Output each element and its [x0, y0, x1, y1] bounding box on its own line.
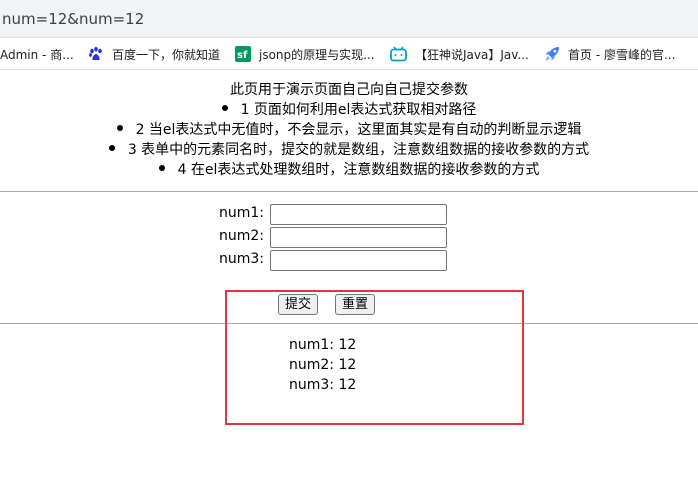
bookmark-label: jsonp的原理与实现...	[259, 47, 375, 62]
list-item-text: 4 在el表达式处理数组时，注意数组数据的接收参数的方式	[177, 162, 540, 178]
list-item: 3 表单中的元素同名时，提交的就是数组，注意数组数据的接收参数的方式	[0, 140, 698, 160]
list-item-text: 1 页面如何利用el表达式获取相对路径	[240, 102, 477, 118]
list-item: 1 页面如何利用el表达式获取相对路径	[0, 100, 698, 120]
bookmarks-bar: Admin - 商... 百度一下，你就知道 sf jsonp的原理与实现...	[0, 38, 698, 70]
bookmark-label: 百度一下，你就知道	[112, 47, 221, 62]
bookmark-segmentfault[interactable]: sf jsonp的原理与实现...	[235, 44, 375, 64]
list-item: 4 在el表达式处理数组时，注意数组数据的接收参数的方式	[0, 160, 698, 180]
svg-text:sf: sf	[237, 50, 248, 61]
bookmark-liaoxuefeng[interactable]: 首页 - 廖雪峰的官...	[544, 44, 675, 64]
rocket-icon	[544, 46, 560, 62]
divider-top	[0, 191, 698, 192]
page-description: 此页用于演示页面自己向自己提交参数	[230, 82, 468, 98]
segmentfault-icon: sf	[235, 46, 251, 62]
num1-input[interactable]	[270, 204, 447, 225]
num2-input[interactable]	[270, 227, 447, 248]
baidu-paw-icon	[88, 46, 104, 62]
highlight-annotation-box	[225, 290, 524, 425]
url-text[interactable]: num=12&num=12	[2, 10, 144, 28]
bullet-icon	[221, 105, 228, 111]
bookmark-label: 【狂神说Java】Jav...	[415, 47, 529, 62]
bookmark-kuangshen[interactable]: 【狂神说Java】Jav...	[390, 44, 529, 64]
intro-section: 此页用于演示页面自己向自己提交参数 1 页面如何利用el表达式获取相对路径 2 …	[0, 80, 698, 180]
bookmark-label: 首页 - 廖雪峰的官...	[568, 47, 676, 62]
num1-label: num1:	[218, 205, 264, 221]
form-row-num1: num1:	[0, 204, 698, 226]
num2-label: num2:	[218, 228, 264, 244]
num3-label: num3:	[218, 251, 264, 267]
bookmark-label: Admin - 商...	[0, 47, 74, 62]
intro-list: 1 页面如何利用el表达式获取相对路径 2 当el表达式中无值时，不会显示，这里…	[0, 100, 698, 180]
address-bar[interactable]: num=12&num=12	[0, 0, 698, 38]
bullet-icon	[116, 125, 123, 131]
list-item-text: 2 当el表达式中无值时，不会显示，这里面其实是有自动的判断显示逻辑	[135, 122, 582, 138]
bullet-icon	[158, 165, 165, 171]
bookmark-admin[interactable]: Admin - 商...	[0, 44, 74, 64]
num3-input[interactable]	[270, 250, 447, 271]
list-item: 2 当el表达式中无值时，不会显示，这里面其实是有自动的判断显示逻辑	[0, 120, 698, 140]
list-item-text: 3 表单中的元素同名时，提交的就是数组，注意数组数据的接收参数的方式	[127, 142, 590, 158]
bilibili-tv-icon	[390, 46, 407, 62]
form-row-num2: num2:	[0, 227, 698, 249]
bullet-icon	[108, 145, 115, 151]
form-row-num3: num3:	[0, 250, 698, 272]
bookmark-baidu[interactable]: 百度一下，你就知道	[88, 44, 220, 64]
